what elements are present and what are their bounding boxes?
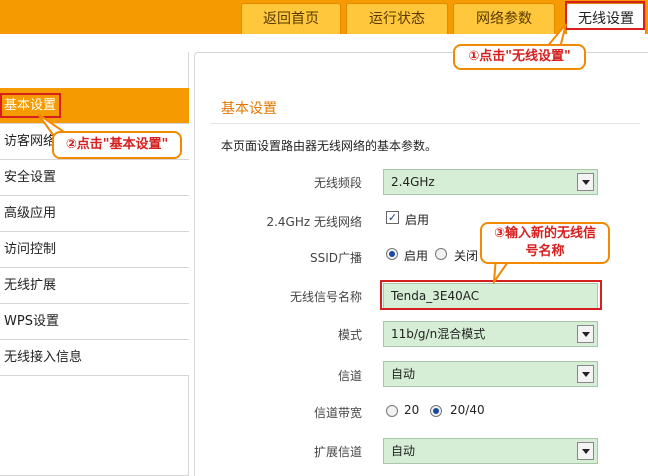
bandwidth-2040-radio[interactable] — [430, 405, 442, 417]
band-select-value: 2.4GHz — [391, 175, 435, 189]
chevron-down-icon — [577, 325, 594, 343]
callout-step-3-line-1: ③输入新的无线信 — [493, 226, 596, 241]
ssid-broadcast-on-radio[interactable] — [386, 248, 398, 260]
ssid-input-highlight-box — [380, 280, 602, 310]
callout-step-1: ①点击"无线设置" — [453, 44, 586, 70]
network-enable-option-label: 启用 — [405, 213, 430, 227]
ext-channel-label: 扩展信道 — [313, 445, 362, 459]
band-select[interactable]: 2.4GHz — [383, 169, 598, 195]
bandwidth-20-label: 20 — [404, 403, 420, 417]
sidebar-item-wireless-clients[interactable]: 无线接入信息 — [0, 340, 189, 376]
band-label: 无线频段 — [313, 176, 362, 190]
channel-label: 信道 — [337, 369, 362, 383]
sidebar-item-access-control[interactable]: 访问控制 — [0, 232, 189, 268]
ext-channel-select[interactable]: 自动 — [383, 438, 598, 464]
ssid-broadcast-off-radio[interactable] — [435, 248, 447, 260]
wireless-tab-highlight-box — [565, 1, 645, 30]
channel-select[interactable]: 自动 — [383, 361, 598, 387]
ssid-name-label: 无线信号名称 — [289, 290, 362, 304]
sidebar-item-wps[interactable]: WPS设置 — [0, 304, 189, 340]
ssid-broadcast-off-label: 关闭 — [454, 249, 479, 263]
tab-home[interactable]: 返回首页 — [241, 3, 341, 34]
chevron-down-icon — [577, 365, 594, 383]
bandwidth-2040-label: 20/40 — [450, 403, 485, 417]
sidebar-item-advanced[interactable]: 高级应用 — [0, 196, 189, 232]
sidebar-item-wireless-extension[interactable]: 无线扩展 — [0, 268, 189, 304]
network-enable-checkbox[interactable]: ✓ — [386, 211, 399, 224]
bandwidth-label: 信道带宽 — [313, 406, 362, 420]
mode-select[interactable]: 11b/g/n混合模式 — [383, 321, 598, 347]
title-divider — [210, 123, 640, 124]
callout-step-3: ③输入新的无线信 号名称 — [480, 222, 610, 264]
chevron-down-icon — [577, 173, 594, 191]
ext-channel-select-value: 自动 — [391, 444, 416, 458]
chevron-down-icon — [577, 442, 594, 460]
callout-step-3-line-2: 号名称 — [525, 244, 565, 259]
callout-step-2: ②点击"基本设置" — [52, 131, 182, 159]
sidebar-item-security[interactable]: 安全设置 — [0, 160, 189, 196]
ssid-broadcast-on-label: 启用 — [404, 249, 429, 263]
channel-select-value: 自动 — [391, 367, 416, 381]
ssid-broadcast-label: SSID广播 — [309, 251, 362, 265]
bandwidth-20-radio[interactable] — [386, 405, 398, 417]
mode-label: 模式 — [337, 328, 362, 342]
mode-select-value: 11b/g/n混合模式 — [391, 327, 486, 341]
tab-status[interactable]: 运行状态 — [346, 3, 448, 34]
network-enable-label: 2.4GHz 无线网络 — [266, 215, 362, 229]
page-title: 基本设置 — [221, 101, 277, 117]
page-description: 本页面设置路由器无线网络的基本参数。 — [221, 139, 438, 153]
